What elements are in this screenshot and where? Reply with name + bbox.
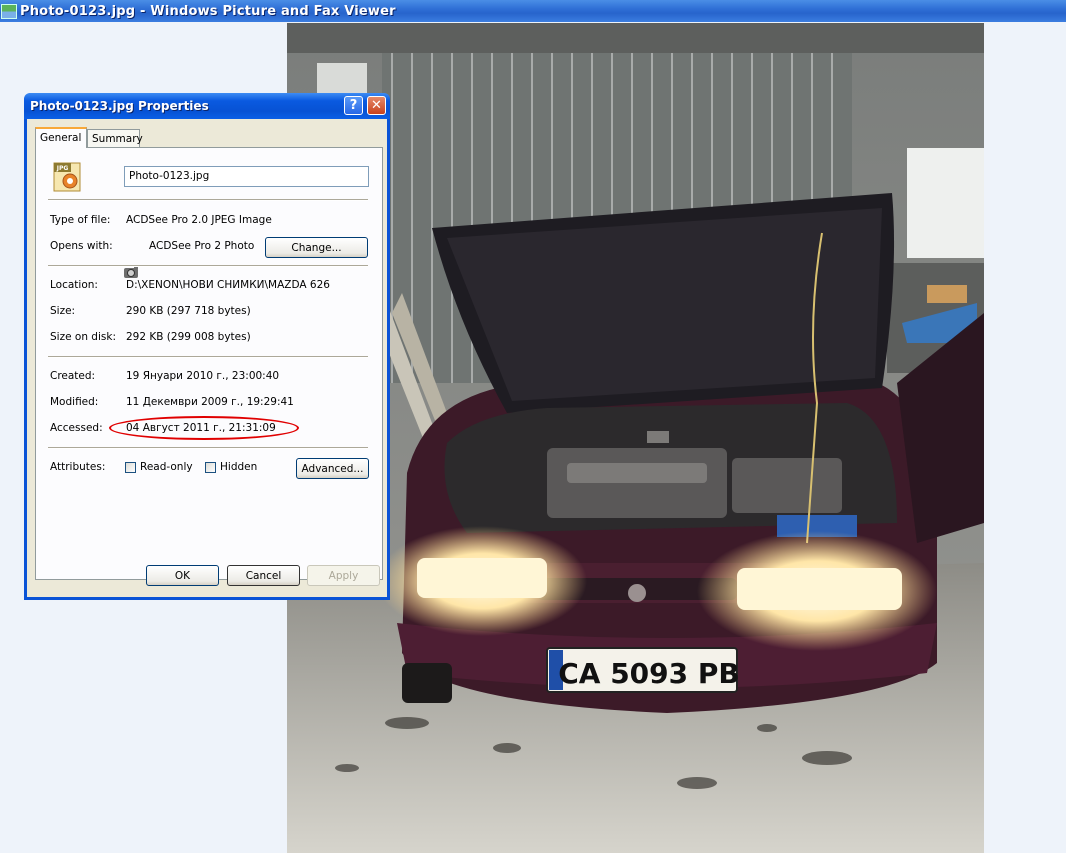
close-button[interactable]: ✕ xyxy=(367,96,386,115)
hidden-label: Hidden xyxy=(220,461,258,473)
acdsee-app-icon xyxy=(124,266,138,278)
close-icon: ✕ xyxy=(371,98,382,113)
modified-label: Modified: xyxy=(50,396,99,408)
size-value: 290 KB (297 718 bytes) xyxy=(126,305,251,317)
cancel-button[interactable]: Cancel xyxy=(227,565,300,586)
accessed-label: Accessed: xyxy=(50,422,103,434)
file-icon-label: JPG xyxy=(56,165,69,172)
tab-summary[interactable]: Summary xyxy=(87,129,143,147)
size-on-disk-label: Size on disk: xyxy=(50,331,116,343)
picture-viewer-icon xyxy=(1,3,17,19)
dialog-body: General Summary JPG Photo-0123.jpg Type … xyxy=(27,119,387,597)
ok-button[interactable]: OK xyxy=(146,565,219,586)
location-label: Location: xyxy=(50,279,98,291)
type-label: Type of file: xyxy=(50,214,111,226)
dialog-title: Photo-0123.jpg Properties xyxy=(30,99,209,113)
license-plate-text: CA 5093 PB xyxy=(558,657,740,690)
modified-value: 11 Декември 2009 г., 19:29:41 xyxy=(126,396,294,408)
separator xyxy=(48,356,368,358)
properties-dialog: Photo-0123.jpg Properties ? ✕ General Su… xyxy=(24,93,390,600)
separator xyxy=(48,199,368,201)
change-button[interactable]: Change... xyxy=(265,237,368,258)
attributes-label: Attributes: xyxy=(50,461,106,473)
separator xyxy=(48,265,368,267)
viewer-title-bar[interactable]: Photo-0123.jpg - Windows Picture and Fax… xyxy=(0,0,1066,22)
help-button[interactable]: ? xyxy=(344,96,363,115)
hidden-checkbox[interactable] xyxy=(205,462,216,473)
opens-label: Opens with: xyxy=(50,240,113,252)
apply-button[interactable]: Apply xyxy=(307,565,380,586)
created-label: Created: xyxy=(50,370,96,382)
readonly-checkbox[interactable] xyxy=(125,462,136,473)
modified-date-highlight xyxy=(109,416,299,440)
jpg-file-icon: JPG xyxy=(53,162,81,192)
size-label: Size: xyxy=(50,305,76,317)
location-value: D:\XENON\НОВИ СНИМКИ\MAZDA 626 xyxy=(126,279,330,291)
opens-value: ACDSee Pro 2 Photo M xyxy=(149,240,255,252)
photo-image: CA 5093 PB xyxy=(287,23,984,853)
advanced-button[interactable]: Advanced... xyxy=(296,458,369,479)
viewer-title: Photo-0123.jpg - Windows Picture and Fax… xyxy=(20,3,396,19)
tab-general[interactable]: General xyxy=(35,127,87,148)
readonly-label: Read-only xyxy=(140,461,193,473)
file-name-field[interactable]: Photo-0123.jpg xyxy=(124,166,369,187)
type-value: ACDSee Pro 2.0 JPEG Image xyxy=(126,214,272,226)
created-value: 19 Януари 2010 г., 23:00:40 xyxy=(126,370,280,382)
general-panel: JPG Photo-0123.jpg Type of file: ACDSee … xyxy=(35,147,383,580)
question-mark-icon: ? xyxy=(349,98,358,113)
size-on-disk-value: 292 KB (299 008 bytes) xyxy=(126,331,251,343)
separator xyxy=(48,447,368,449)
dialog-title-bar[interactable]: Photo-0123.jpg Properties ? ✕ xyxy=(24,93,390,119)
